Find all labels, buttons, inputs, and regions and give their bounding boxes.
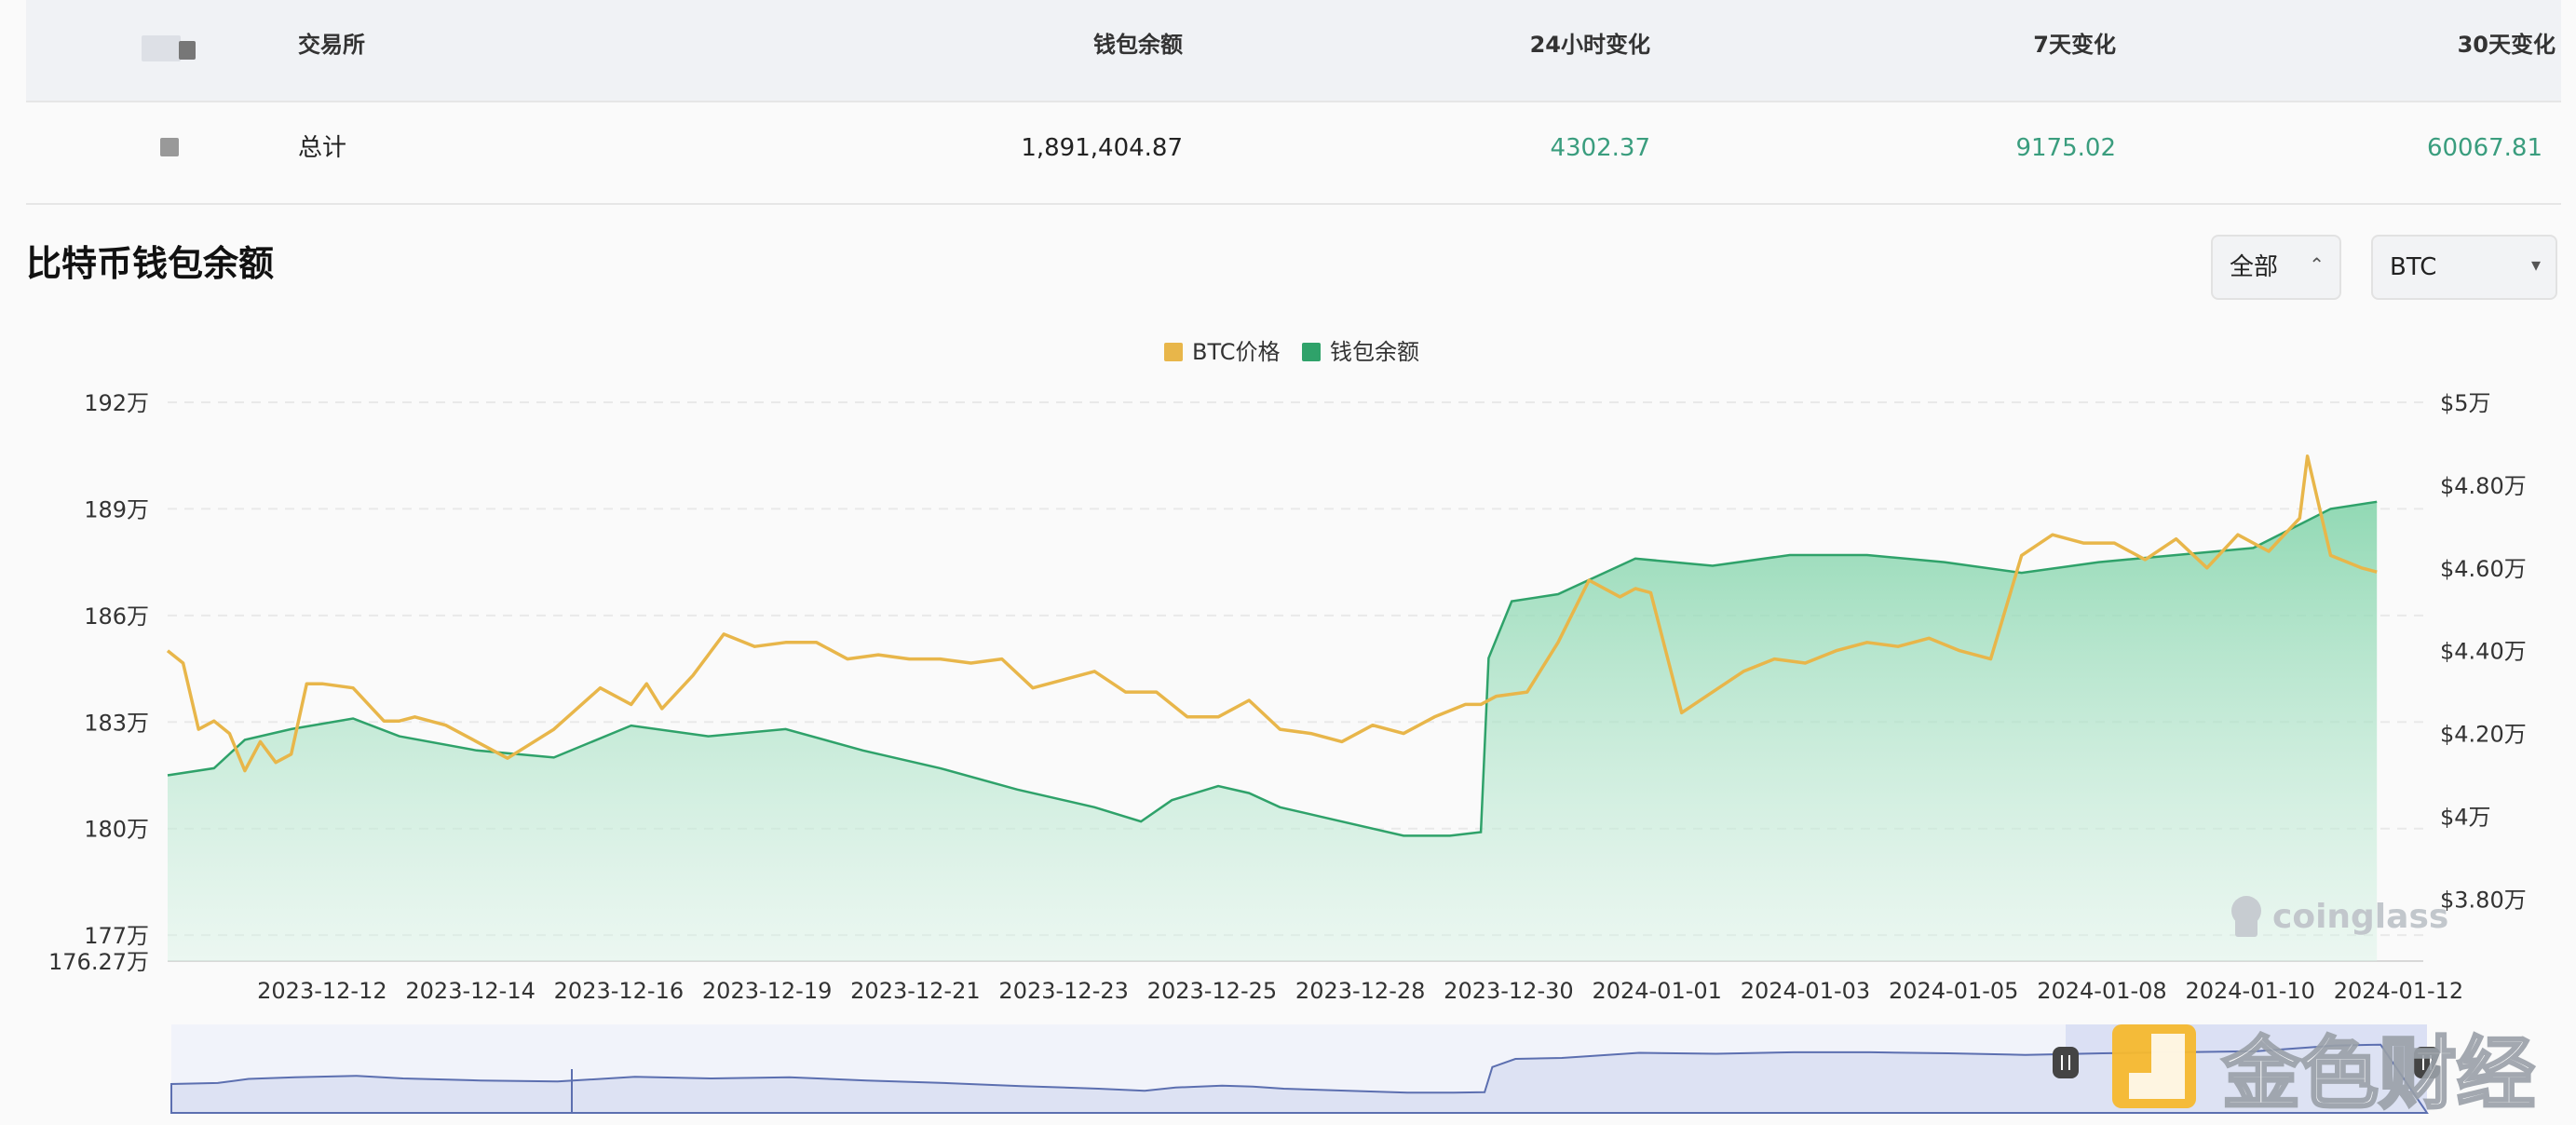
coinglass-watermark-text: coinglass [2272, 898, 2448, 936]
jinse-watermark: 金色财经 [2112, 1024, 2537, 1121]
pause-handle-icon[interactable] [2053, 1047, 2079, 1078]
range-navigator[interactable] [170, 1024, 2440, 1114]
x-tick-label: 2024-01-10 [2185, 978, 2314, 1004]
jinse-watermark-text: 金色财经 [2222, 1028, 2535, 1119]
x-tick-label: 2023-12-23 [998, 978, 1128, 1004]
jinse-logo-icon [2112, 1024, 2196, 1108]
x-tick-label: 2023-12-16 [554, 978, 684, 1004]
y-right-tick-label: $4.40万 [2440, 639, 2527, 665]
x-tick-label: 2023-12-30 [1444, 978, 1573, 1004]
coinglass-logo-icon [2231, 896, 2261, 937]
y-left-tick-label: 183万 [84, 710, 149, 736]
x-tick-label: 2024-01-01 [1592, 978, 1721, 1004]
x-tick-label: 2024-01-08 [2037, 978, 2166, 1004]
y-left-tick-label: 186万 [84, 603, 149, 630]
wallet-balance-chart: BTC价格 钱包余额 192万 189万 186万 183万 180万 177万176.27… [48, 339, 2537, 1121]
x-tick-label: 2023-12-19 [702, 978, 832, 1004]
y-left-tick-label: 189万 [84, 496, 149, 522]
x-tick-label: 2023-12-14 [405, 978, 535, 1004]
y-right-tick-label: $3.80万 [2440, 887, 2527, 913]
x-tick-label: 2023-12-21 [850, 978, 980, 1004]
y-left-tick-label: 176.27万 [48, 949, 149, 975]
x-tick-label: 2024-01-03 [1741, 978, 1870, 1004]
legend-swatch [1302, 343, 1321, 361]
y-right-tick-label: $4.60万 [2440, 556, 2527, 582]
legend-label: BTC价格 [1192, 339, 1280, 365]
legend-label: 钱包余额 [1330, 339, 1419, 365]
x-tick-label: 2024-01-12 [2334, 978, 2463, 1004]
x-tick-label: 2023-12-12 [257, 978, 386, 1004]
y-right-tick-label: $4万 [2440, 804, 2491, 830]
legend-swatch [1164, 343, 1183, 361]
y-right-tick-label: $4.80万 [2440, 473, 2527, 499]
y-left-tick-label: 180万 [84, 817, 149, 843]
handle-body [2053, 1047, 2079, 1078]
legend-item: 钱包余额 [1302, 339, 1419, 365]
x-tick-label: 2023-12-25 [1147, 978, 1277, 1004]
x-tick-label: 2023-12-28 [1295, 978, 1425, 1004]
y-right-tick-label: $4.20万 [2440, 722, 2527, 748]
legend-item: BTC价格 [1164, 339, 1280, 365]
y-left-tick-label: 192万 [84, 390, 149, 416]
y-left-tick-label: 177万 [84, 923, 149, 949]
x-tick-label: 2024-01-05 [1889, 978, 2018, 1004]
y-right-tick-label: $5万 [2440, 390, 2491, 416]
